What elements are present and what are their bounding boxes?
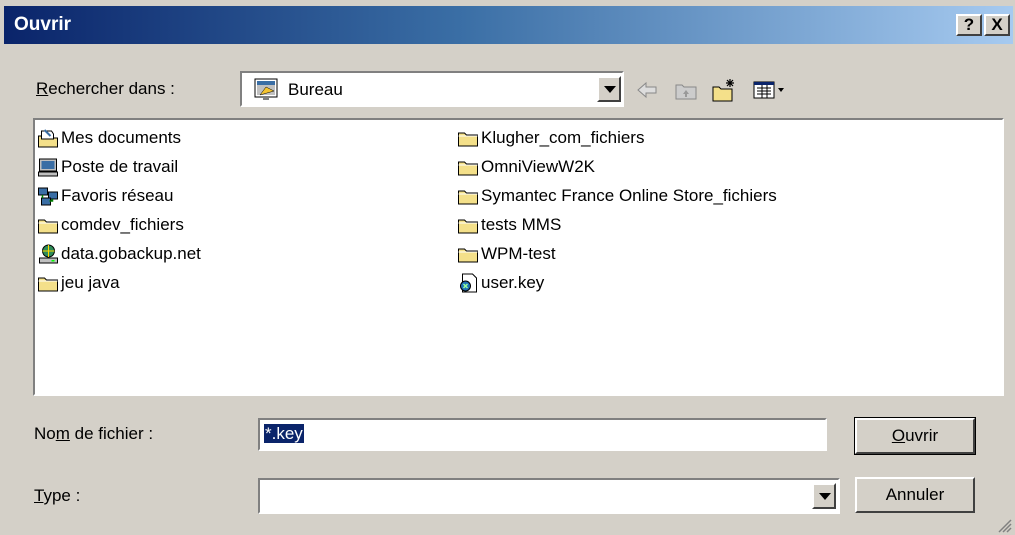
filetype-combo[interactable]	[258, 478, 840, 514]
my-computer-icon	[38, 158, 58, 177]
list-item-label: Mes documents	[61, 128, 181, 147]
network-drive-icon	[39, 244, 58, 264]
folder-icon	[458, 248, 478, 263]
close-button[interactable]: X	[984, 14, 1010, 36]
back-arrow-icon[interactable]	[634, 77, 662, 103]
filename-value: *.key	[264, 424, 304, 443]
folder-icon	[458, 132, 478, 147]
filename-label: Nom de fichier :	[34, 424, 154, 443]
title-bar[interactable]: Ouvrir ? X	[4, 6, 1013, 44]
network-places-icon	[38, 187, 58, 206]
look-in-combo[interactable]: Bureau	[240, 71, 624, 107]
folder-icon	[38, 277, 58, 292]
help-button[interactable]: ?	[956, 14, 982, 36]
file-list[interactable]: Mes documents Poste de travail Favoris rés…	[33, 118, 1004, 396]
filetype-label: Type :	[34, 486, 81, 505]
new-folder-icon[interactable]	[710, 77, 738, 103]
folder-icon	[458, 161, 478, 176]
list-item-label: OmniViewW2K	[481, 157, 595, 176]
desktop-icon	[254, 78, 278, 100]
up-folder-icon[interactable]	[672, 77, 700, 103]
look-in-label: Rechercher dans :	[36, 79, 175, 98]
look-in-dropdown-arrow[interactable]	[597, 76, 621, 102]
folder-icon	[38, 219, 58, 234]
filename-input[interactable]: *.key	[258, 418, 827, 451]
close-icon: X	[991, 15, 1003, 34]
view-menu-icon[interactable]	[752, 77, 792, 103]
cancel-button[interactable]: Annuler	[855, 477, 975, 513]
dialog-title: Ouvrir	[14, 14, 72, 35]
key-file-icon	[460, 273, 477, 293]
list-item-label: WPM-test	[481, 244, 556, 263]
list-item-label: user.key	[481, 273, 545, 292]
filetype-dropdown-arrow[interactable]	[812, 483, 836, 509]
list-item-label: Klugher_com_fichiers	[481, 128, 645, 147]
list-item-label: data.gobackup.net	[61, 244, 201, 263]
look-in-value: Bureau	[288, 80, 343, 99]
folder-icon	[458, 219, 478, 234]
help-icon: ?	[963, 15, 975, 34]
open-dialog: Ouvrir ? X Rechercher dans : Bureau Mes …	[0, 0, 1015, 535]
list-item-label: Symantec France Online Store_fichiers	[481, 186, 777, 205]
list-item-label: comdev_fichiers	[61, 215, 184, 234]
resize-grip-icon[interactable]	[996, 517, 1012, 533]
folder-icon	[458, 190, 478, 205]
list-item-label: Favoris réseau	[61, 186, 174, 205]
list-item-label: Poste de travail	[61, 157, 179, 176]
list-item-label: jeu java	[61, 273, 120, 292]
open-button[interactable]: Ouvrir	[854, 417, 976, 455]
my-documents-icon	[38, 129, 58, 148]
list-item-label: tests MMS	[481, 215, 562, 234]
